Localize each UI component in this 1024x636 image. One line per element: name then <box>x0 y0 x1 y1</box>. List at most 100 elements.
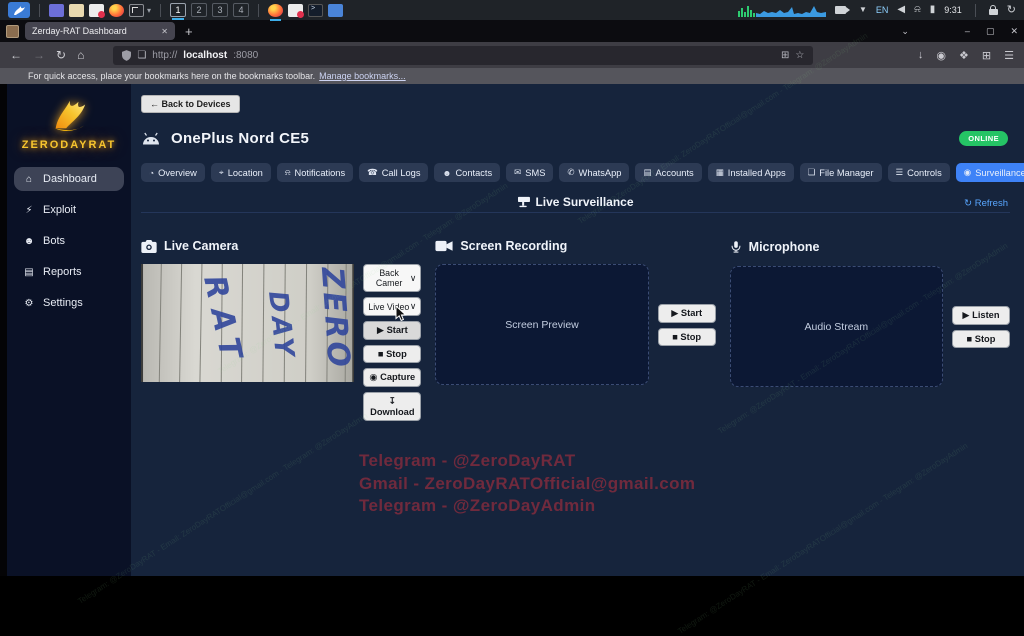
tab-label: WhatsApp <box>579 168 622 178</box>
tab-notifications[interactable]: ⍾Notifications <box>277 163 353 182</box>
cctv-icon: ◉ <box>964 167 971 178</box>
session-restart-icon[interactable]: ↻ <box>1007 5 1016 16</box>
extension-icon[interactable]: ◉ <box>936 49 946 62</box>
notifications-bell-icon[interactable]: ⍾ <box>914 5 921 15</box>
shield-icon[interactable] <box>122 50 131 61</box>
bookmark-star-icon[interactable]: ☆ <box>795 50 804 61</box>
screenshot-dropdown-caret[interactable]: ▾ <box>147 6 151 15</box>
camera-controls: Back Camer∨ Live Video∨ ▶ Start ■ Stop ◉… <box>363 264 421 421</box>
sidebar-menu: ⌂ Dashboard ⚡ Exploit ☻ Bots ▤ Reports ⚙ <box>7 167 131 315</box>
tab-whatsapp[interactable]: ✆WhatsApp <box>559 163 629 182</box>
camera-stop-button[interactable]: ■ Stop <box>363 345 421 363</box>
camcorder-tray-icon[interactable] <box>835 6 846 14</box>
sidebar-item-reports[interactable]: ▤ Reports <box>14 260 124 284</box>
containers-grid-icon[interactable]: ⊞ <box>781 50 789 61</box>
tab-controls[interactable]: ☰Controls <box>888 163 950 182</box>
back-to-devices-button[interactable]: ← Back to Devices <box>141 95 240 113</box>
stream-mode-select[interactable]: Live Video∨ <box>363 297 421 316</box>
refresh-link[interactable]: ↻ Refresh <box>964 198 1008 209</box>
contacts-icon: ☻ <box>442 168 451 178</box>
tab-label: Call Logs <box>382 168 421 178</box>
tray-divider <box>975 4 976 17</box>
workspace-3[interactable]: 3 <box>212 3 228 17</box>
keyboard-layout-indicator[interactable]: EN <box>876 6 889 15</box>
camera-download-button[interactable]: ↧ Download <box>363 392 421 421</box>
document-window-icon[interactable] <box>288 4 303 17</box>
sidebar-item-dashboard[interactable]: ⌂ Dashboard <box>14 167 124 191</box>
files-window-icon[interactable] <box>328 4 343 17</box>
workspace-1[interactable]: 1 <box>170 3 186 17</box>
nav-back-button[interactable]: ← <box>10 49 22 61</box>
screenshot-tool-icon[interactable] <box>129 4 144 17</box>
url-bar[interactable]: ❏ http://localhost:8080 ⊞ ☆ <box>113 46 813 65</box>
firefox-launcher-icon[interactable] <box>109 4 124 17</box>
battery-icon[interactable]: ▮ <box>930 5 936 15</box>
network-tray-icon[interactable]: ▼ <box>859 6 867 14</box>
tab-location[interactable]: ⌖Location <box>211 163 271 182</box>
camera-start-button[interactable]: ▶ Start <box>363 321 421 340</box>
tab-contacts[interactable]: ☻Contacts <box>434 163 500 182</box>
workspace-2[interactable]: 2 <box>191 3 207 17</box>
firefox-window-icon[interactable] <box>268 4 283 17</box>
tab-sms[interactable]: ✉SMS <box>506 163 553 182</box>
live-camera-body: ZERO DAY RAT Back Camer∨ Live Video∨ ▶ S… <box>141 264 421 421</box>
nav-forward-button[interactable]: → <box>33 49 45 61</box>
file-manager-icon[interactable] <box>69 4 84 17</box>
profile-icon[interactable]: ❖ <box>959 49 969 62</box>
tab-label: Notifications <box>294 168 345 178</box>
tab-overview[interactable]: ◔Overview <box>141 163 205 182</box>
window-maximize-button[interactable]: ▢ <box>986 26 995 37</box>
envelope-icon: ✉ <box>514 167 521 178</box>
workspace-4[interactable]: 4 <box>233 3 249 17</box>
tab-accounts[interactable]: ▤Accounts <box>635 163 701 182</box>
browser-tab[interactable]: Zerday-RAT Dashboard ✕ <box>25 22 175 40</box>
window-close-button[interactable]: ✕ <box>1010 26 1018 37</box>
mic-listen-button[interactable]: ▶ Listen <box>952 306 1010 325</box>
window-minimize-button[interactable]: – <box>965 26 970 36</box>
phone-icon: ☎ <box>367 167 378 178</box>
tab-call-logs[interactable]: ☎ Call Logs <box>359 163 428 182</box>
screen-stop-button[interactable]: ■ Stop <box>658 328 716 346</box>
browser-view-icon[interactable] <box>6 25 19 38</box>
tab-surveillance[interactable]: ◉Surveillance <box>956 163 1024 182</box>
tab-file-manager[interactable]: ❏File Manager <box>800 163 882 182</box>
watermark-line: Gmail - ZeroDayRATOfficial@gmail.com <box>359 473 695 496</box>
manage-bookmarks-link[interactable]: Manage bookmarks... <box>319 71 406 81</box>
panel-title: Screen Recording <box>460 239 567 253</box>
tab-label: Location <box>228 168 263 178</box>
lock-screen-icon[interactable] <box>989 9 998 15</box>
tab-label: Accounts <box>655 168 693 178</box>
sidebar: ZERODAYRAT ⌂ Dashboard ⚡ Exploit ☻ Bots … <box>7 84 131 576</box>
hamburger-menu-icon[interactable]: ☰ <box>1004 49 1014 62</box>
downloads-icon[interactable]: ↓ <box>918 49 924 61</box>
display-settings-icon[interactable] <box>49 4 64 17</box>
new-tab-button[interactable]: + <box>181 24 197 39</box>
sidebar-item-settings[interactable]: ⚙ Settings <box>14 291 124 315</box>
screen-start-button[interactable]: ▶ Start <box>658 304 716 323</box>
camera-source-select[interactable]: Back Camer∨ <box>363 264 421 292</box>
clock[interactable]: 9:31 <box>944 5 962 15</box>
device-tabs: ◔Overview ⌖Location ⍾Notifications ☎ Call… <box>141 163 1010 182</box>
document-app-icon[interactable] <box>89 4 104 17</box>
nav-reload-button[interactable]: ↻ <box>56 49 66 61</box>
terminal-window-icon[interactable] <box>308 4 323 17</box>
sidebar-item-label: Dashboard <box>43 173 97 185</box>
extensions-grid-icon[interactable]: ⊞ <box>982 49 991 62</box>
sidebar-item-bots[interactable]: ☻ Bots <box>14 229 124 253</box>
camera-capture-button[interactable]: ◉ Capture <box>363 368 421 387</box>
page-info-icon[interactable]: ❏ <box>137 50 146 61</box>
sidebar-item-exploit[interactable]: ⚡ Exploit <box>14 198 124 222</box>
microphone-controls: ▶ Listen ■ Stop <box>952 266 1010 387</box>
desktop-edge <box>0 84 7 576</box>
tab-close-icon[interactable]: ✕ <box>161 27 168 36</box>
nav-home-button[interactable]: ⌂ <box>77 49 84 61</box>
bolt-icon: ⚡ <box>23 205 35 216</box>
home-icon: ⌂ <box>23 174 35 185</box>
volume-icon[interactable]: ◀ <box>897 5 905 15</box>
app-menu-button[interactable] <box>8 2 30 18</box>
mic-stop-button[interactable]: ■ Stop <box>952 330 1010 348</box>
url-port: :8080 <box>233 50 258 61</box>
tab-installed-apps[interactable]: ▦Installed Apps <box>708 163 794 182</box>
tab-list-caret-icon[interactable]: ⌄ <box>901 26 909 37</box>
status-badge: ONLINE <box>959 131 1008 146</box>
